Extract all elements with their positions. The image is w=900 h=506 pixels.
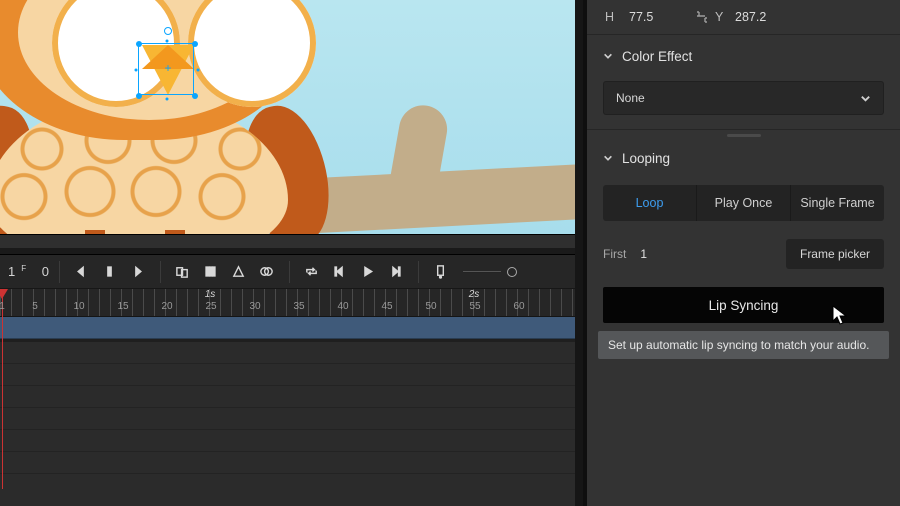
keyframe-toggle-button[interactable] (98, 260, 122, 284)
chevron-down-icon (860, 93, 871, 104)
timeline-panel: 1F 0 1s 2s (0, 254, 575, 506)
current-frame-display[interactable]: 1F 0 (8, 264, 49, 279)
chevron-down-icon (603, 51, 613, 61)
size-position-row: H 77.5 Y 287.2 (587, 0, 900, 34)
track-row[interactable] (0, 430, 575, 452)
color-effect-section-toggle[interactable]: Color Effect (587, 35, 900, 77)
track-row[interactable] (0, 342, 575, 364)
onion-skin-button[interactable] (255, 260, 279, 284)
play-button[interactable] (356, 260, 380, 284)
chevron-down-icon (603, 153, 613, 163)
track-row[interactable] (0, 364, 575, 386)
height-label: H (605, 10, 629, 24)
properties-panel: H 77.5 Y 287.2 Color Effect None Looping… (587, 0, 900, 506)
timeline-zoom-slider[interactable] (463, 267, 517, 277)
looping-section-toggle[interactable]: Looping (587, 137, 900, 179)
track-row[interactable] (0, 408, 575, 430)
y-label: Y (715, 10, 735, 24)
transform-anchor[interactable]: + (162, 62, 174, 74)
color-effect-dropdown[interactable]: None (603, 81, 884, 115)
track-row[interactable] (0, 452, 575, 474)
step-back-button[interactable] (70, 260, 94, 284)
single-frame-option[interactable]: Single Frame (790, 185, 884, 221)
insert-frame-button[interactable] (171, 260, 195, 284)
track-row-selected[interactable] (0, 317, 575, 339)
link-dimensions-icon[interactable] (689, 8, 715, 26)
height-value[interactable]: 77.5 (629, 10, 689, 24)
first-frame-value[interactable]: 1 (640, 247, 647, 261)
timeline-ruler[interactable]: 1s 2s 1 5 10 15 20 25 30 35 40 45 50 55 … (0, 289, 575, 317)
looping-mode-segmented: Loop Play Once Single Frame (603, 185, 884, 221)
play-once-option[interactable]: Play Once (696, 185, 790, 221)
cursor-icon (832, 305, 848, 327)
loop-option[interactable]: Loop (603, 185, 696, 221)
timeline-tracks[interactable] (0, 317, 575, 506)
lip-syncing-button[interactable]: Lip Syncing (603, 287, 884, 323)
y-value[interactable]: 287.2 (735, 10, 795, 24)
insert-blank-keyframe-button[interactable] (227, 260, 251, 284)
first-frame-label: First (603, 247, 626, 261)
looping-title: Looping (622, 151, 670, 166)
timeline-options-button[interactable] (429, 260, 453, 284)
playhead[interactable] (0, 289, 8, 299)
next-frame-button[interactable] (384, 260, 408, 284)
lip-syncing-tooltip: Set up automatic lip syncing to match yo… (598, 331, 889, 359)
loop-playback-button[interactable] (300, 260, 324, 284)
color-effect-title: Color Effect (622, 49, 692, 64)
track-row[interactable] (0, 386, 575, 408)
stage-canvas[interactable]: + (0, 0, 575, 234)
step-forward-button[interactable] (126, 260, 150, 284)
prev-frame-button[interactable] (328, 260, 352, 284)
frame-picker-button[interactable]: Frame picker (786, 239, 884, 269)
insert-keyframe-button[interactable] (199, 260, 223, 284)
